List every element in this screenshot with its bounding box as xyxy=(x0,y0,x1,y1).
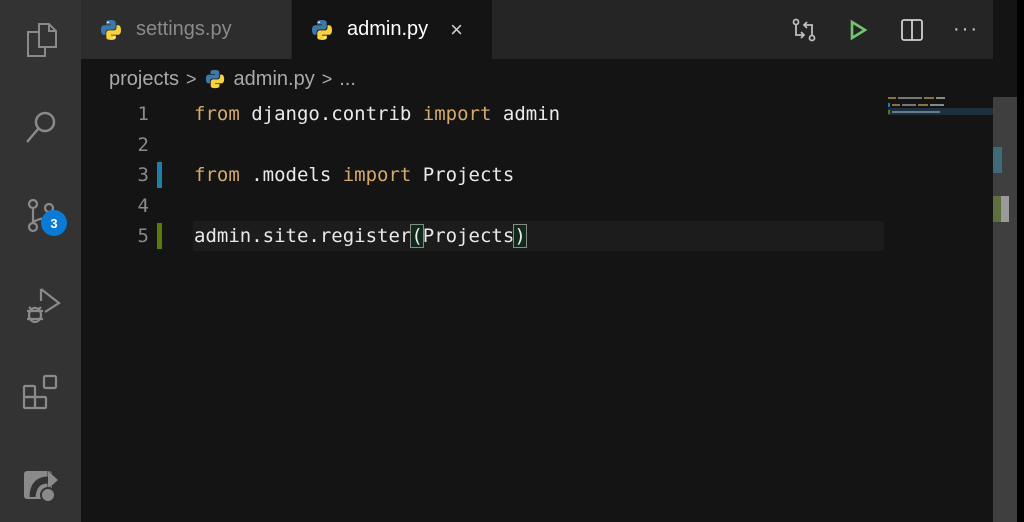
keyword-token: import xyxy=(422,103,492,125)
chevron-right-icon: > xyxy=(321,68,333,89)
code-text: from .models import Projects xyxy=(194,164,514,186)
minimap[interactable] xyxy=(888,94,993,115)
activity-bar: 3 xyxy=(0,0,81,522)
keyword-token: import xyxy=(342,164,412,186)
code-token: admin.site.register xyxy=(194,225,412,247)
keyword-token: from xyxy=(194,164,240,186)
vertical-scrollbar[interactable] xyxy=(993,97,1017,522)
tab-admin-py[interactable]: admin.py × xyxy=(292,0,492,59)
code-token: Projects xyxy=(411,164,515,186)
modified-marker xyxy=(993,147,1002,173)
search-icon xyxy=(25,111,55,143)
open-changes-button[interactable] xyxy=(777,0,831,59)
line-number: 1 xyxy=(137,103,149,125)
run-debug-icon xyxy=(26,288,61,324)
activity-extensions[interactable] xyxy=(0,363,81,423)
matched-bracket: ) xyxy=(513,224,527,248)
python-icon xyxy=(205,69,224,89)
code-text: from django.contrib import admin xyxy=(194,103,560,125)
tab-settings-py[interactable]: settings.py xyxy=(81,0,291,59)
breadcrumb-folder[interactable]: projects xyxy=(109,68,179,91)
split-editor-button[interactable] xyxy=(885,0,939,59)
code-token: admin xyxy=(491,103,561,125)
activity-live-share[interactable] xyxy=(0,452,81,512)
code-text: admin.site.register(Projects) xyxy=(194,224,527,248)
code-line[interactable]: 3 from .models import Projects xyxy=(81,160,884,190)
close-icon[interactable]: × xyxy=(450,17,463,43)
tab-label: settings.py xyxy=(136,18,232,40)
line-number: 3 xyxy=(137,164,149,186)
keyword-token: from xyxy=(194,103,240,125)
window-edge xyxy=(1017,0,1024,522)
open-changes-icon xyxy=(792,18,816,41)
run-icon xyxy=(850,19,868,40)
activity-explorer[interactable] xyxy=(0,10,81,70)
code-line[interactable]: 2 xyxy=(81,130,884,160)
code-token: .models xyxy=(239,164,343,186)
breadcrumb: projects > admin.py > ... xyxy=(81,59,993,99)
gutter-added-marker[interactable] xyxy=(157,223,162,249)
editor-actions: ··· xyxy=(777,0,993,59)
gutter-modified-marker[interactable] xyxy=(157,162,162,188)
line-number: 2 xyxy=(137,133,149,156)
more-actions-icon: ··· xyxy=(953,18,979,40)
chevron-right-icon: > xyxy=(186,68,197,89)
activity-search[interactable] xyxy=(0,97,81,157)
tab-label: admin.py xyxy=(347,18,429,40)
code-token: django.contrib xyxy=(239,103,423,125)
tab-bar: settings.py admin.py × ··· xyxy=(81,0,993,59)
python-icon xyxy=(312,19,332,40)
line-number: 5 xyxy=(137,225,149,247)
files-icon xyxy=(26,23,57,57)
code-editor[interactable]: 1 from django.contrib import admin 2 3 from … xyxy=(81,99,993,522)
code-line[interactable]: 1 from django.contrib import admin xyxy=(81,99,884,129)
activity-source-control[interactable]: 3 xyxy=(0,186,81,246)
scroll-thumb[interactable] xyxy=(1001,196,1009,222)
added-marker xyxy=(993,196,1001,222)
extensions-icon xyxy=(22,374,57,410)
python-icon xyxy=(101,19,121,40)
code-line[interactable]: 4 xyxy=(81,191,884,221)
matched-bracket: ( xyxy=(410,224,424,248)
activity-run-debug[interactable] xyxy=(0,275,81,335)
run-button[interactable] xyxy=(831,0,885,59)
split-editor-icon xyxy=(901,18,923,41)
source-control-badge: 3 xyxy=(41,210,67,236)
breadcrumb-file[interactable]: admin.py xyxy=(234,68,315,91)
live-share-icon xyxy=(23,469,59,503)
more-actions-button[interactable]: ··· xyxy=(939,0,993,59)
code-line[interactable]: 5 admin.site.register(Projects) xyxy=(81,221,884,251)
breadcrumb-symbols[interactable]: ... xyxy=(339,68,356,91)
line-number: 4 xyxy=(137,194,149,217)
code-token: Projects xyxy=(422,225,515,247)
